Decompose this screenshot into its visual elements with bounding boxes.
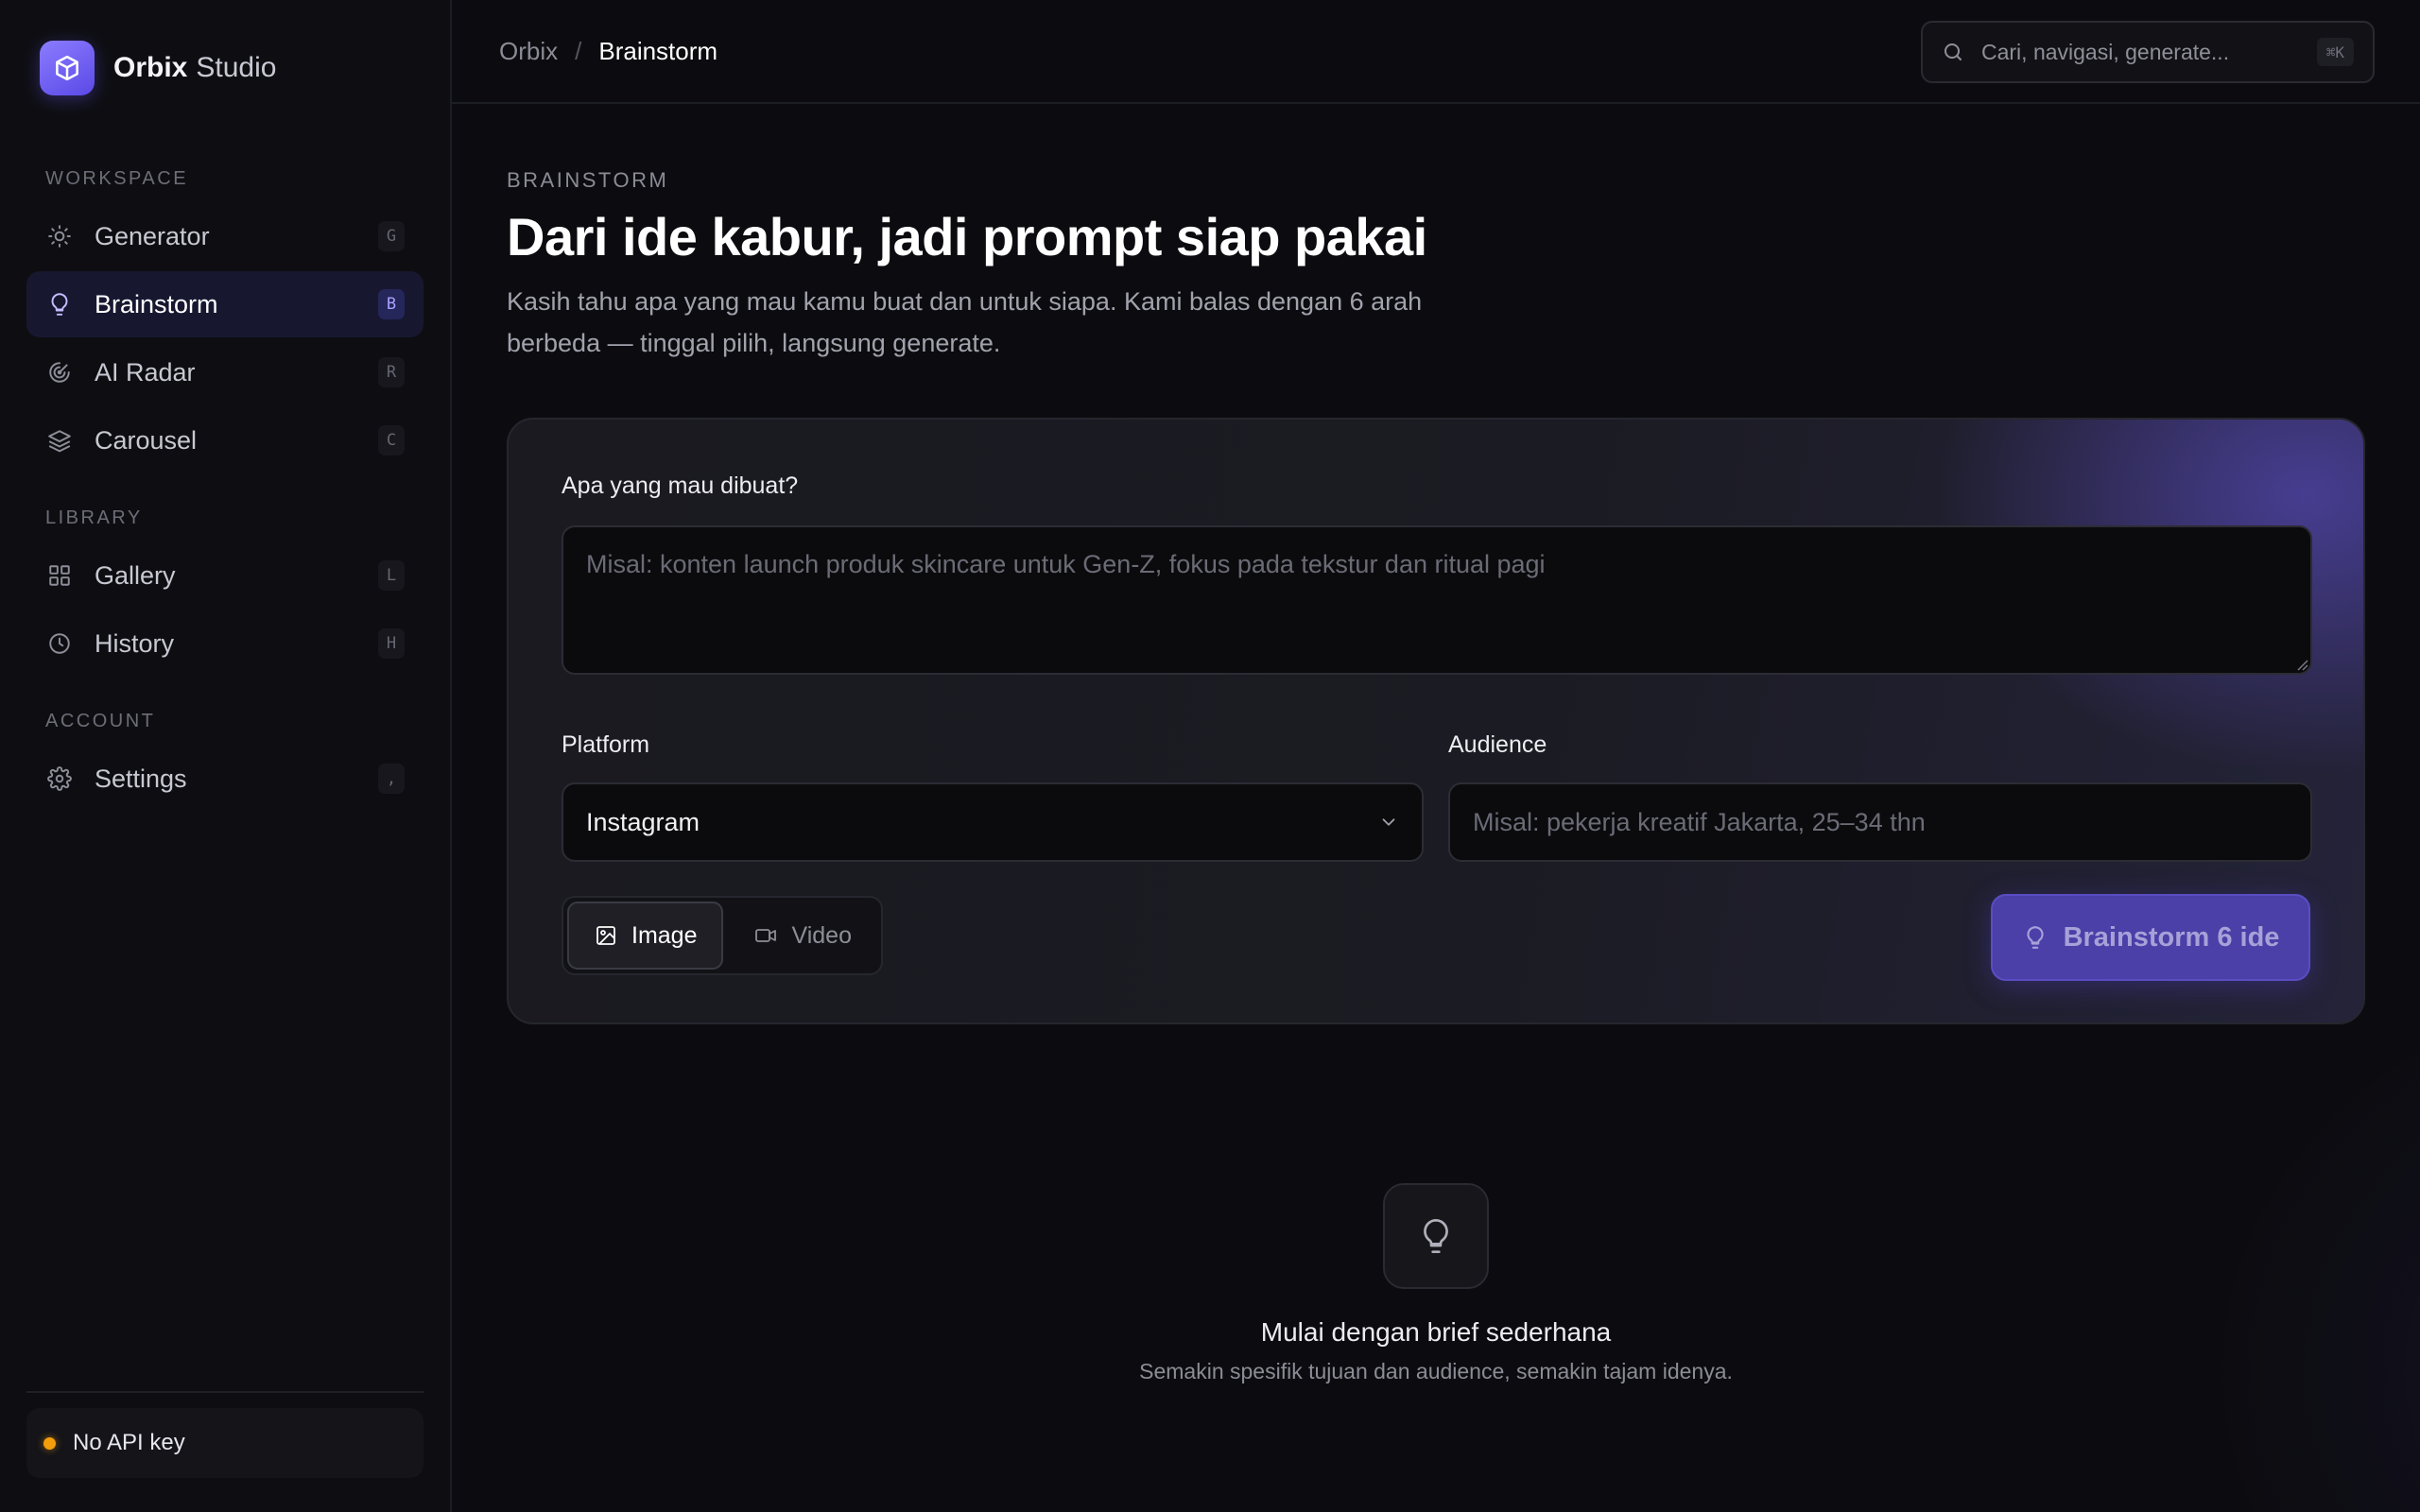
api-key-status-label: No API key — [73, 1430, 185, 1455]
sidebar-item-label: Gallery — [95, 560, 176, 590]
sidebar-item-ai-radar[interactable]: AI Radar R — [26, 339, 424, 405]
sidebar-item-label: Carousel — [95, 425, 198, 455]
video-icon — [753, 923, 778, 948]
shortcut-badge: C — [378, 425, 405, 455]
platform-select[interactable]: Instagram — [562, 782, 1424, 862]
brainstorm-submit-label: Brainstorm 6 ide — [2063, 921, 2280, 953]
breadcrumb: Orbix / Brainstorm — [499, 37, 717, 66]
breadcrumb-root-link[interactable]: Orbix — [499, 37, 558, 66]
brief-textarea[interactable] — [562, 525, 2312, 675]
brainstorm-submit-button[interactable]: Brainstorm 6 ide — [1991, 894, 2310, 981]
page-header: BRAINSTORM Dari ide kabur, jadi prompt s… — [452, 104, 2420, 364]
brand-name: Orbix — [113, 52, 188, 83]
cube-logo-icon — [40, 41, 95, 95]
shortcut-badge: , — [378, 764, 405, 794]
resize-handle-icon[interactable] — [2293, 656, 2308, 671]
brainstorm-form-card: Apa yang mau dibuat? Platform Instagram … — [507, 418, 2365, 1024]
media-type-toggle: Image Video — [562, 896, 883, 975]
lightbulb-icon — [45, 290, 74, 318]
grid-icon — [45, 561, 74, 590]
mode-video-label: Video — [791, 921, 852, 949]
empty-state-subtitle: Semakin spesifik tujuan dan audience, se… — [1139, 1359, 1733, 1383]
sidebar-footer: No API key — [26, 1391, 424, 1478]
brand-sub: Studio — [196, 52, 277, 83]
lightbulb-icon — [1383, 1183, 1489, 1289]
search-shortcut-badge: ⌘K — [2316, 38, 2354, 66]
platform-selected-value: Instagram — [586, 807, 700, 836]
status-dot — [43, 1436, 56, 1450]
mode-image-label: Image — [631, 921, 698, 949]
radar-icon — [45, 358, 74, 387]
search-placeholder: Cari, navigasi, generate... — [1981, 39, 2230, 64]
sidebar-item-carousel[interactable]: Carousel C — [26, 407, 424, 473]
mode-image-button[interactable]: Image — [567, 902, 724, 970]
breadcrumb-separator: / — [575, 36, 582, 65]
sidebar-item-label: Settings — [95, 764, 187, 793]
platform-label: Platform — [562, 731, 650, 758]
empty-state: Mulai dengan brief sederhana Semakin spe… — [507, 1183, 2365, 1384]
sidebar-item-settings[interactable]: Settings , — [26, 746, 424, 812]
sidebar: Orbix Studio WORKSPACE Generator G Brain… — [0, 0, 452, 1512]
mode-video-button[interactable]: Video — [727, 902, 878, 970]
sidebar-item-label: History — [95, 628, 175, 658]
gear-icon — [45, 765, 74, 793]
shortcut-badge: G — [378, 221, 405, 251]
sidebar-item-gallery[interactable]: Gallery L — [26, 542, 424, 609]
audience-input[interactable] — [1448, 782, 2312, 862]
image-icon — [594, 923, 618, 948]
shortcut-badge: R — [378, 357, 405, 387]
lightbulb-icon — [2022, 924, 2048, 951]
sidebar-item-label: Brainstorm — [95, 289, 218, 318]
breadcrumb-current: Brainstorm — [598, 36, 718, 65]
sun-icon — [45, 222, 74, 250]
sidebar-item-brainstorm[interactable]: Brainstorm B — [26, 271, 424, 337]
page-title: Dari ide kabur, jadi prompt siap pakai — [507, 207, 1427, 266]
sidebar-item-generator[interactable]: Generator G — [26, 203, 424, 269]
sidebar-item-label: AI Radar — [95, 357, 196, 387]
sidebar-item-history[interactable]: History H — [26, 610, 424, 677]
shortcut-badge: H — [378, 628, 405, 659]
shortcut-badge: B — [378, 289, 405, 319]
search-icon — [1942, 41, 1964, 63]
empty-state-title: Mulai dengan brief sederhana — [1260, 1317, 1612, 1347]
api-key-status[interactable]: No API key — [26, 1408, 424, 1478]
page-description: Kasih tahu apa yang mau kamu buat dan un… — [507, 287, 1423, 357]
sidebar-item-label: Generator — [95, 221, 210, 250]
shortcut-badge: L — [378, 560, 405, 591]
brief-label: Apa yang mau dibuat? — [562, 472, 799, 499]
section-label-workspace: WORKSPACE — [45, 168, 189, 189]
chevron-down-icon — [1378, 812, 1399, 833]
clock-icon — [45, 629, 74, 658]
section-label-account: ACCOUNT — [45, 711, 156, 731]
brand[interactable]: Orbix Studio — [26, 0, 424, 136]
section-label-library: LIBRARY — [45, 507, 143, 528]
audience-label: Audience — [1448, 731, 1547, 758]
search-input[interactable]: Cari, navigasi, generate... ⌘K — [1921, 21, 2375, 83]
page-eyebrow: BRAINSTORM — [507, 168, 669, 192]
layers-icon — [45, 426, 74, 455]
topbar: Orbix / Brainstorm Cari, navigasi, gener… — [452, 0, 2420, 104]
